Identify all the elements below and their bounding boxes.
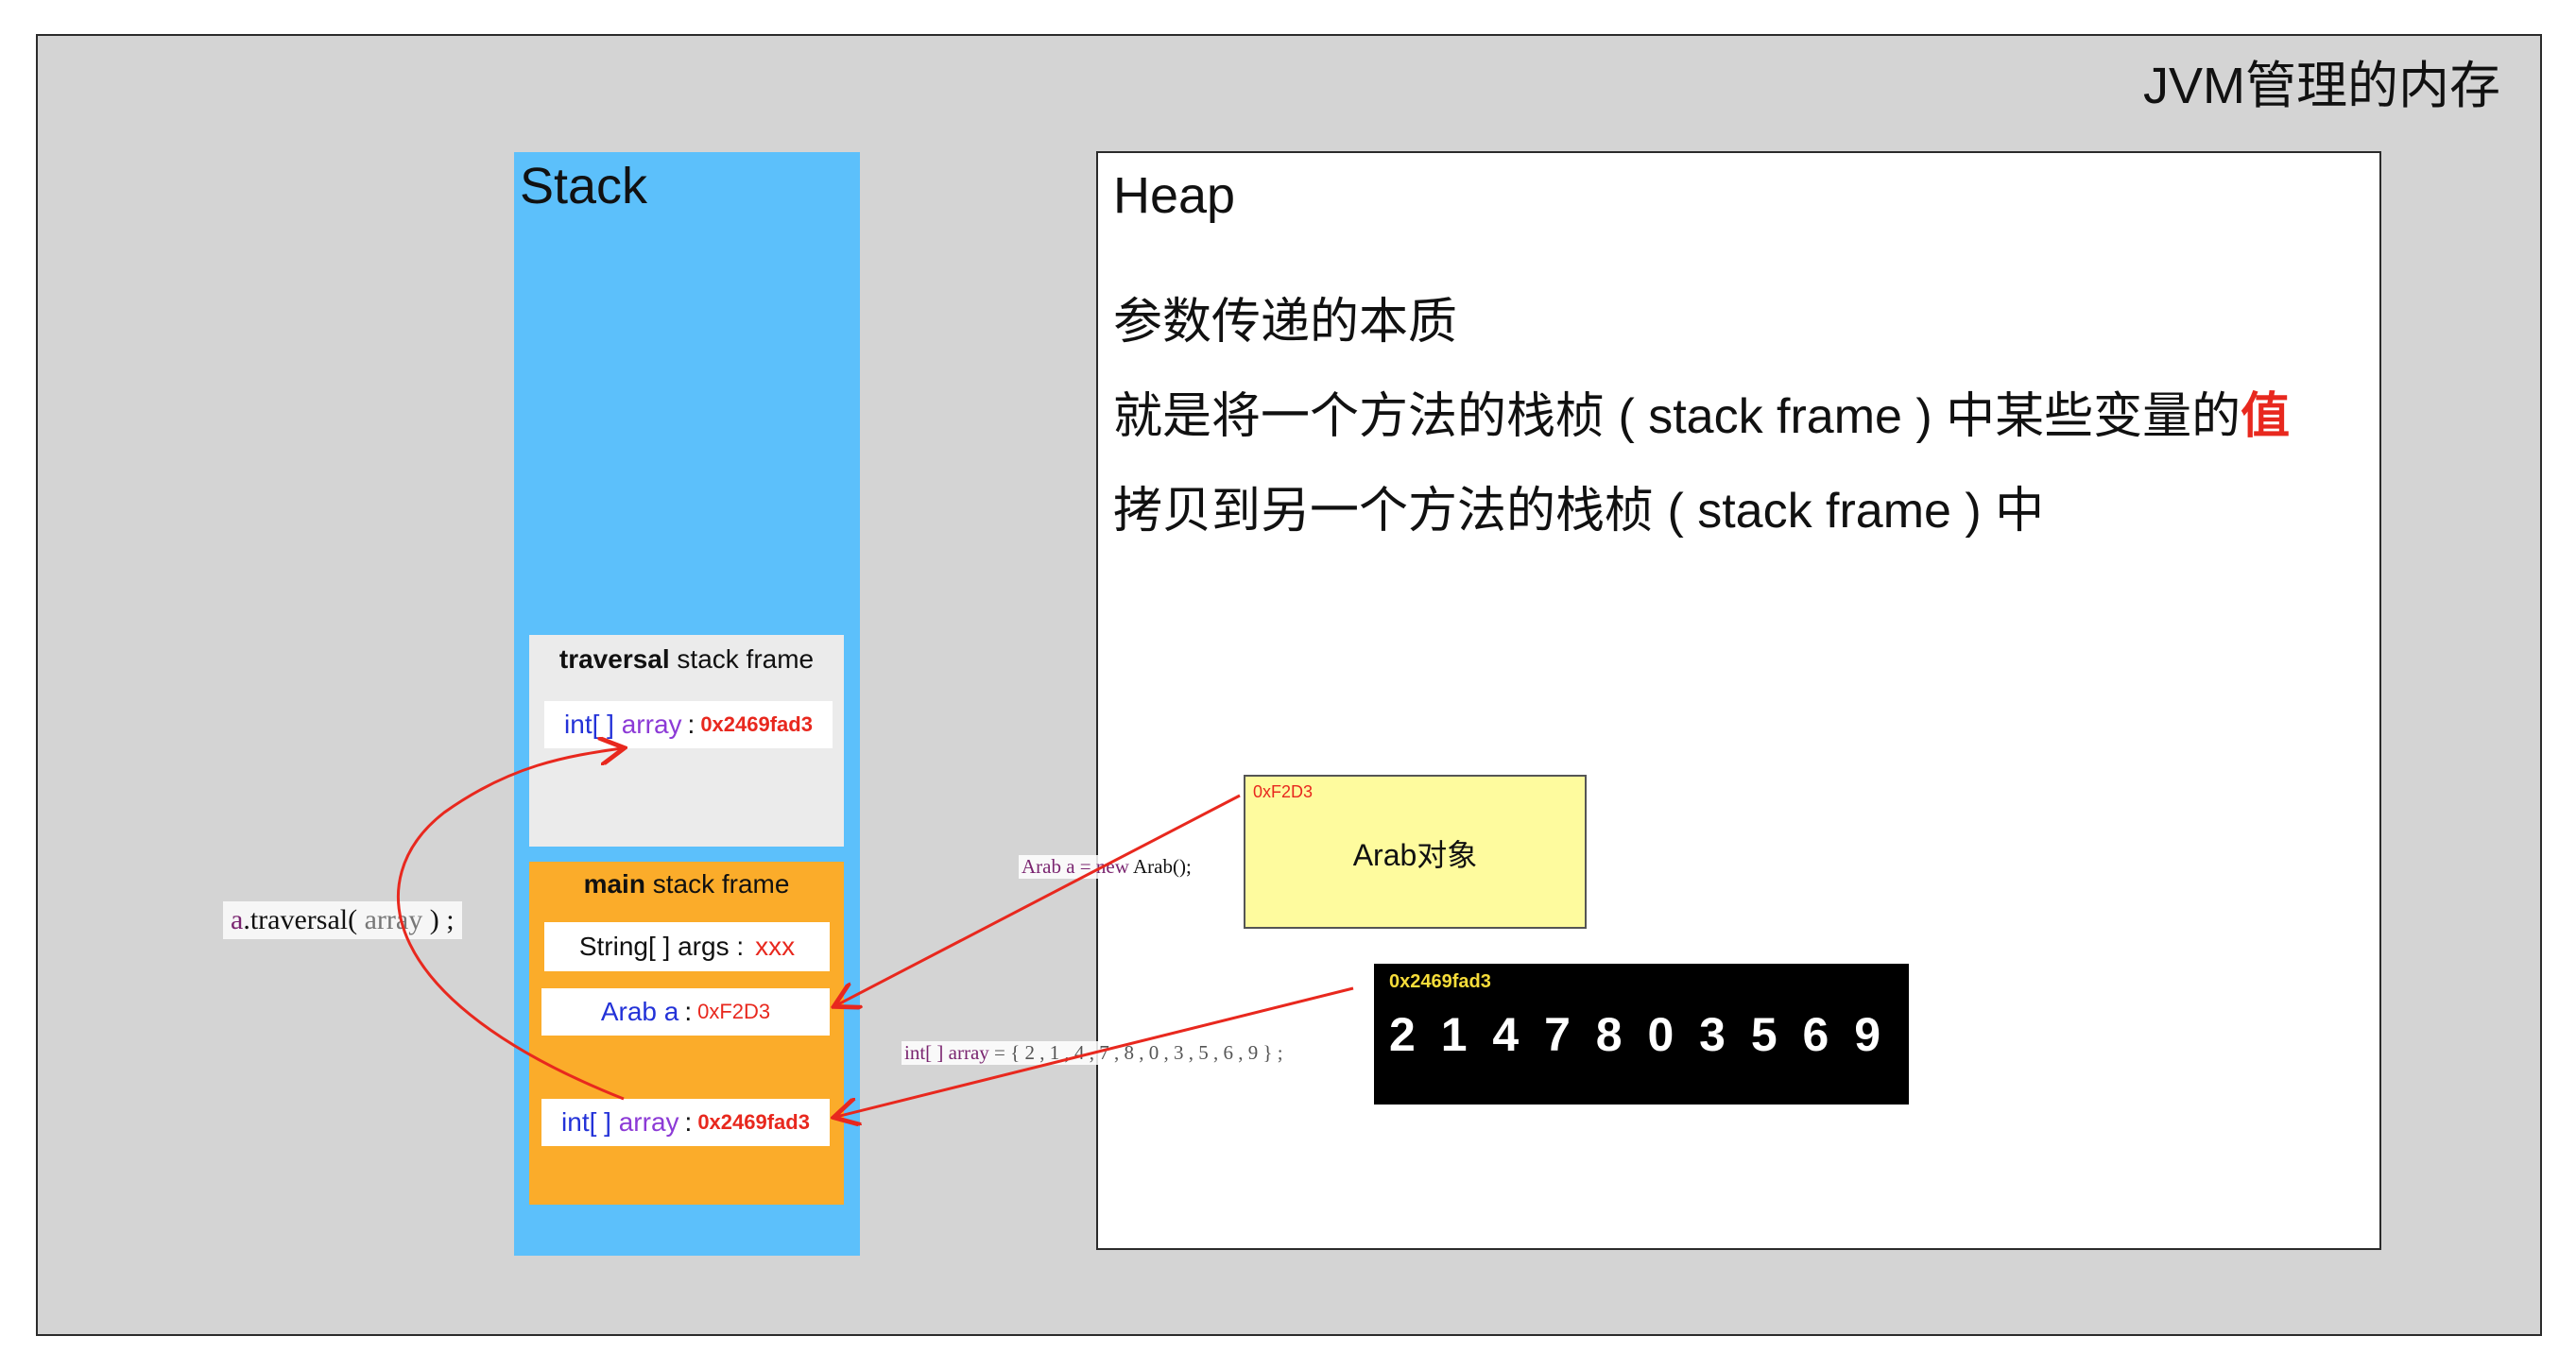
slot-colon: : (684, 997, 693, 1026)
traversal-frame-suffix: stack frame (669, 644, 815, 674)
main-frame-suffix: stack frame (644, 869, 790, 899)
slot-name: array (621, 710, 682, 739)
array-element: 1 (1440, 1008, 1468, 1061)
slot-name: array (618, 1107, 679, 1137)
array-initializer: = { 2 , 1 , 4 , 7 , 8 , 0 , 3 , 5 , 6 , … (988, 1041, 1283, 1064)
slot-address: 0xF2D3 (697, 1000, 771, 1023)
heap-note-line-3: 拷贝到另一个方法的栈桢 ( stack frame ) 中 (1113, 484, 2045, 539)
slot-type: Arab (600, 997, 657, 1026)
slot-type: int[ ] (561, 1107, 611, 1137)
jvm-memory-label: JVM管理的内存 (2143, 58, 2500, 114)
call-method: .traversal( (243, 904, 358, 935)
array-element: 4 (1492, 1008, 1520, 1061)
slot-colon: : (687, 710, 696, 739)
main-frame-name: main (583, 869, 645, 899)
args-declaration: String[ ] args : (578, 932, 745, 961)
args-value: xxx (755, 932, 796, 961)
stack-title: Stack (520, 158, 648, 214)
slot-colon: : (684, 1107, 693, 1137)
slot-name: a (663, 997, 679, 1026)
array-element: 0 (1647, 1008, 1674, 1061)
array-object-values: 2147803569 (1389, 1007, 1880, 1062)
main-arab-slot: Arab a:0xF2D3 (541, 988, 830, 1036)
call-receiver: a (231, 904, 244, 935)
main-frame-title: main stack frame (529, 869, 844, 899)
heap-note-line-2-text: 就是将一个方法的栈桢 ( stack frame ) 中某些变量的 (1113, 389, 2241, 444)
array-object-address: 0x2469fad3 (1389, 971, 1491, 992)
array-element: 5 (1750, 1008, 1777, 1061)
call-end: ) ; (429, 904, 455, 935)
array-element: 3 (1699, 1008, 1726, 1061)
traversal-array-slot: int[ ] array:0x2469fad3 (544, 701, 833, 748)
slot-address: 0x2469fad3 (697, 1110, 810, 1134)
call-argument: array (357, 904, 430, 935)
main-args-slot: String[ ] args : xxx (544, 922, 830, 971)
arab-object-label: Arab对象 (1352, 838, 1478, 872)
array-element: 6 (1802, 1008, 1829, 1061)
heap-title: Heap (1113, 167, 1236, 224)
array-declaration: int[ ] array (904, 1041, 989, 1064)
heap-note-emphasis: 值 (2241, 389, 2291, 444)
traversal-call-code: a.traversal( array ) ; (223, 901, 462, 939)
new-arab-constructor: Arab(); (1128, 855, 1192, 878)
new-arab-declaration: Arab a = (1022, 855, 1096, 878)
main-array-slot: int[ ] array:0x2469fad3 (541, 1099, 830, 1146)
new-arab-code: Arab a = new Arab(); (1019, 855, 1194, 879)
array-element: 2 (1389, 1008, 1416, 1061)
new-keyword: new (1095, 855, 1129, 878)
heap-note-line-2: 就是将一个方法的栈桢 ( stack frame ) 中某些变量的值 (1113, 376, 2290, 447)
traversal-frame-title: traversal stack frame (529, 644, 844, 675)
arab-object-address: 0xF2D3 (1253, 782, 1314, 801)
slot-address: 0x2469fad3 (700, 712, 813, 736)
array-init-code: int[ ] array = { 2 , 1 , 4 , 7 , 8 , 0 ,… (902, 1041, 1286, 1065)
slot-type: int[ ] (564, 710, 614, 739)
traversal-frame-name: traversal (558, 644, 670, 674)
heap-note-line-1: 参数传递的本质 (1113, 295, 1458, 350)
array-element: 7 (1544, 1008, 1571, 1061)
array-element: 8 (1595, 1008, 1623, 1061)
array-element: 9 (1854, 1008, 1880, 1061)
